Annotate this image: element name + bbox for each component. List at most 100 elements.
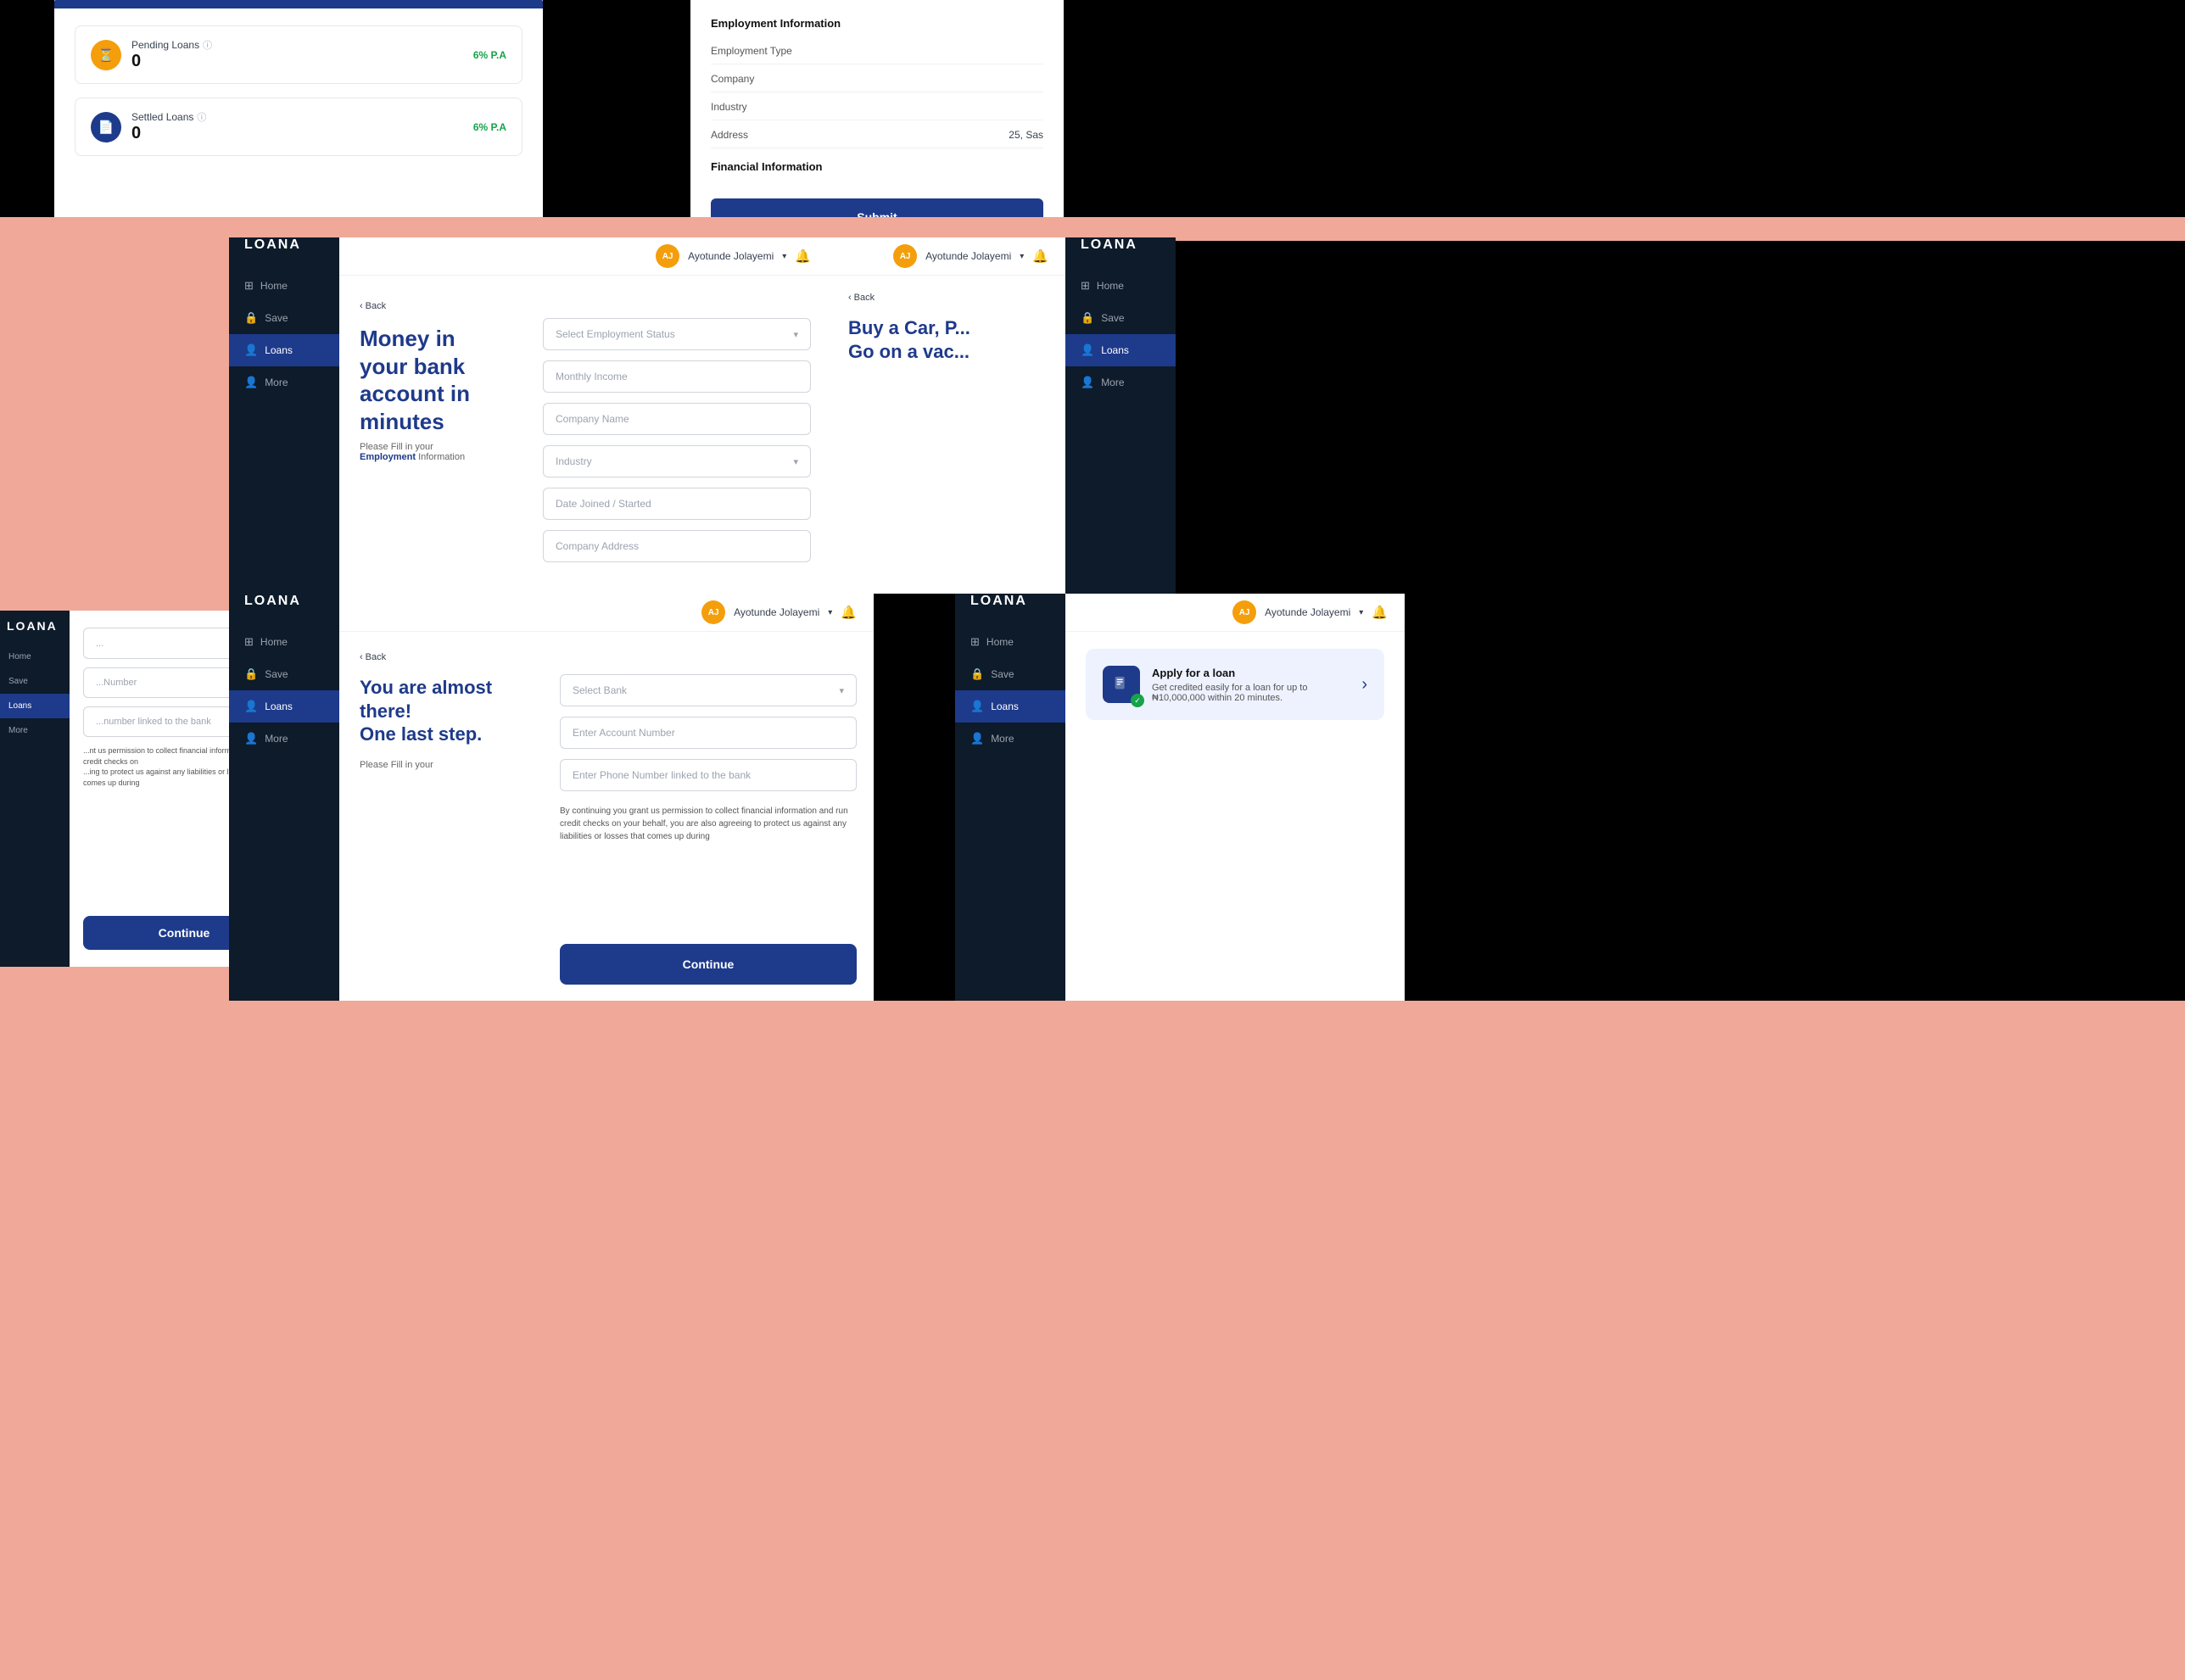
- employment-form-sidebar: LOANA ⊞ Home 🔒 Save 👤 Loans 👤 More: [229, 237, 339, 594]
- back-chevron-d: ‹: [848, 293, 852, 303]
- apply-loan-chevron: ›: [1361, 675, 1367, 695]
- bell-icon-c[interactable]: 🔔: [795, 248, 811, 264]
- monthly-income-field[interactable]: Monthly Income: [543, 360, 811, 393]
- nav-loans-label-c: Loans: [265, 344, 293, 356]
- loans-icon-d: 👤: [1081, 343, 1094, 357]
- bell-icon-d[interactable]: 🔔: [1032, 248, 1048, 264]
- back-chevron-c: ‹: [360, 301, 363, 311]
- loans-label-e: Loans: [8, 701, 31, 711]
- nav-save-g[interactable]: 🔒 Save: [955, 658, 1065, 690]
- employment-status-field[interactable]: Select Employment Status ▾: [543, 318, 811, 350]
- employment-type-label: Employment Type: [711, 45, 792, 57]
- account-number-field[interactable]: Enter Account Number: [560, 717, 857, 749]
- phone-number-field[interactable]: Enter Phone Number linked to the bank: [560, 759, 857, 791]
- screen-g-separator: [874, 594, 955, 1001]
- nav-loans-label-g: Loans: [991, 700, 1019, 712]
- nav-more-d[interactable]: 👤 More: [1065, 366, 1176, 399]
- nav-home-g[interactable]: ⊞ Home: [955, 626, 1065, 658]
- nav-loans-f[interactable]: 👤 Loans: [229, 690, 339, 723]
- chevron-user-c: ▾: [782, 252, 786, 261]
- nav-loans-label-d: Loans: [1101, 344, 1129, 356]
- back-btn-d[interactable]: ‹ Back: [848, 293, 1045, 303]
- info-icon: ⓘ: [203, 38, 212, 52]
- user-name-f: Ayotunde Jolayemi: [734, 606, 819, 618]
- nav-loans-label-f: Loans: [265, 700, 293, 712]
- employment-type-row: Employment Type: [711, 38, 1043, 64]
- home-icon-c: ⊞: [244, 279, 254, 293]
- save-icon-g: 🔒: [970, 667, 984, 681]
- topbar-d: AJ Ayotunde Jolayemi ▾ 🔔: [828, 237, 1065, 276]
- address-label: Address: [711, 129, 748, 141]
- nav-loans-g[interactable]: 👤 Loans: [955, 690, 1065, 723]
- nav-save-f[interactable]: 🔒 Save: [229, 658, 339, 690]
- industry-row: Industry: [711, 94, 1043, 120]
- financial-section-title: Financial Information: [711, 160, 1043, 173]
- disclaimer-text: By continuing you grant us permission to…: [560, 805, 857, 843]
- bank-select-placeholder: Select Bank: [573, 684, 627, 696]
- check-badge: ✓: [1131, 694, 1144, 707]
- industry-placeholder: Industry: [556, 455, 592, 467]
- back-btn-f[interactable]: ‹ Back: [360, 652, 522, 662]
- company-label: Company: [711, 73, 754, 85]
- nav-save-d[interactable]: 🔒 Save: [1065, 302, 1176, 334]
- buy-car-title: Buy a Car, P...Go on a vac...: [848, 316, 1045, 363]
- save-icon-f: 🔒: [244, 667, 258, 681]
- bell-icon-f[interactable]: 🔔: [841, 605, 857, 620]
- pending-label: Pending Loans ⓘ: [131, 38, 212, 52]
- loans-icon-g: 👤: [970, 700, 984, 713]
- nav-save-e[interactable]: Save: [0, 669, 70, 694]
- info-icon-2: ⓘ: [197, 110, 206, 124]
- nav-more-label-g: More: [991, 733, 1014, 745]
- continue-button-f[interactable]: Continue: [560, 944, 857, 985]
- form-fields-area-c: Select Employment Status ▾ Monthly Incom…: [526, 276, 828, 594]
- bank-form-full: AJ Ayotunde Jolayemi ▾ 🔔 ‹ Back You are …: [339, 594, 874, 1001]
- company-name-placeholder: Company Name: [556, 413, 629, 425]
- more-label-e: More: [8, 726, 28, 735]
- back-btn-c[interactable]: ‹ Back: [360, 301, 506, 311]
- pending-count: 0: [131, 52, 212, 71]
- top-far-right-black: [1233, 0, 2185, 217]
- bank-form-title: You are almost there! One last step.: [360, 676, 522, 746]
- nav-save-label-f: Save: [265, 668, 288, 680]
- phone-number-placeholder: Enter Phone Number linked to the bank: [573, 769, 751, 781]
- nav-more-c[interactable]: 👤 More: [229, 366, 339, 399]
- nav-loans-d[interactable]: 👤 Loans: [1065, 334, 1176, 366]
- apply-loan-card[interactable]: ✓ Apply for a loan Get credited easily f…: [1086, 649, 1384, 720]
- company-name-field[interactable]: Company Name: [543, 403, 811, 435]
- more-icon-g: 👤: [970, 732, 984, 745]
- nav-loans-c[interactable]: 👤 Loans: [229, 334, 339, 366]
- date-joined-field[interactable]: Date Joined / Started: [543, 488, 811, 520]
- industry-field[interactable]: Industry ▾: [543, 445, 811, 477]
- nav-more-label-d: More: [1101, 377, 1124, 388]
- nav-more-f[interactable]: 👤 More: [229, 723, 339, 755]
- nav-home-f[interactable]: ⊞ Home: [229, 626, 339, 658]
- top-left-black: [0, 0, 54, 217]
- bank-select-field[interactable]: Select Bank ▾: [560, 674, 857, 706]
- nav-more-g[interactable]: 👤 More: [955, 723, 1065, 755]
- address-row: Address 25, Sas: [711, 122, 1043, 148]
- employment-status-placeholder: Select Employment Status: [556, 328, 675, 340]
- company-address-field[interactable]: Company Address: [543, 530, 811, 562]
- settled-count: 0: [131, 124, 206, 143]
- more-icon-f: 👤: [244, 732, 258, 745]
- home-icon-g: ⊞: [970, 635, 980, 649]
- account-number-placeholder: Enter Account Number: [573, 727, 675, 739]
- nav-home-e[interactable]: Home: [0, 645, 70, 669]
- save-label-e: Save: [8, 677, 28, 686]
- industry-label: Industry: [711, 101, 747, 113]
- apply-loan-text: Apply for a loan Get credited easily for…: [1152, 667, 1350, 703]
- apply-loan-icon: ✓: [1103, 666, 1140, 703]
- employment-section-title: Employment Information: [711, 17, 1043, 30]
- nav-save-c[interactable]: 🔒 Save: [229, 302, 339, 334]
- pending-loans-card: ⏳ Pending Loans ⓘ 0 6% P.A: [75, 25, 522, 84]
- nav-home-c[interactable]: ⊞ Home: [229, 270, 339, 302]
- loana-logo-d: LOANA: [1065, 237, 1176, 270]
- home-screen-sidebar: LOANA ⊞ Home 🔒 Save 👤 Loans 👤 More: [955, 594, 1065, 1001]
- bell-icon-g[interactable]: 🔔: [1372, 605, 1388, 620]
- nav-save-label-c: Save: [265, 312, 288, 324]
- top-accent-bar: [54, 0, 543, 8]
- nav-more-e[interactable]: More: [0, 718, 70, 743]
- submit-button[interactable]: Submit: [711, 198, 1043, 217]
- nav-home-d[interactable]: ⊞ Home: [1065, 270, 1176, 302]
- nav-loans-e[interactable]: Loans: [0, 694, 70, 718]
